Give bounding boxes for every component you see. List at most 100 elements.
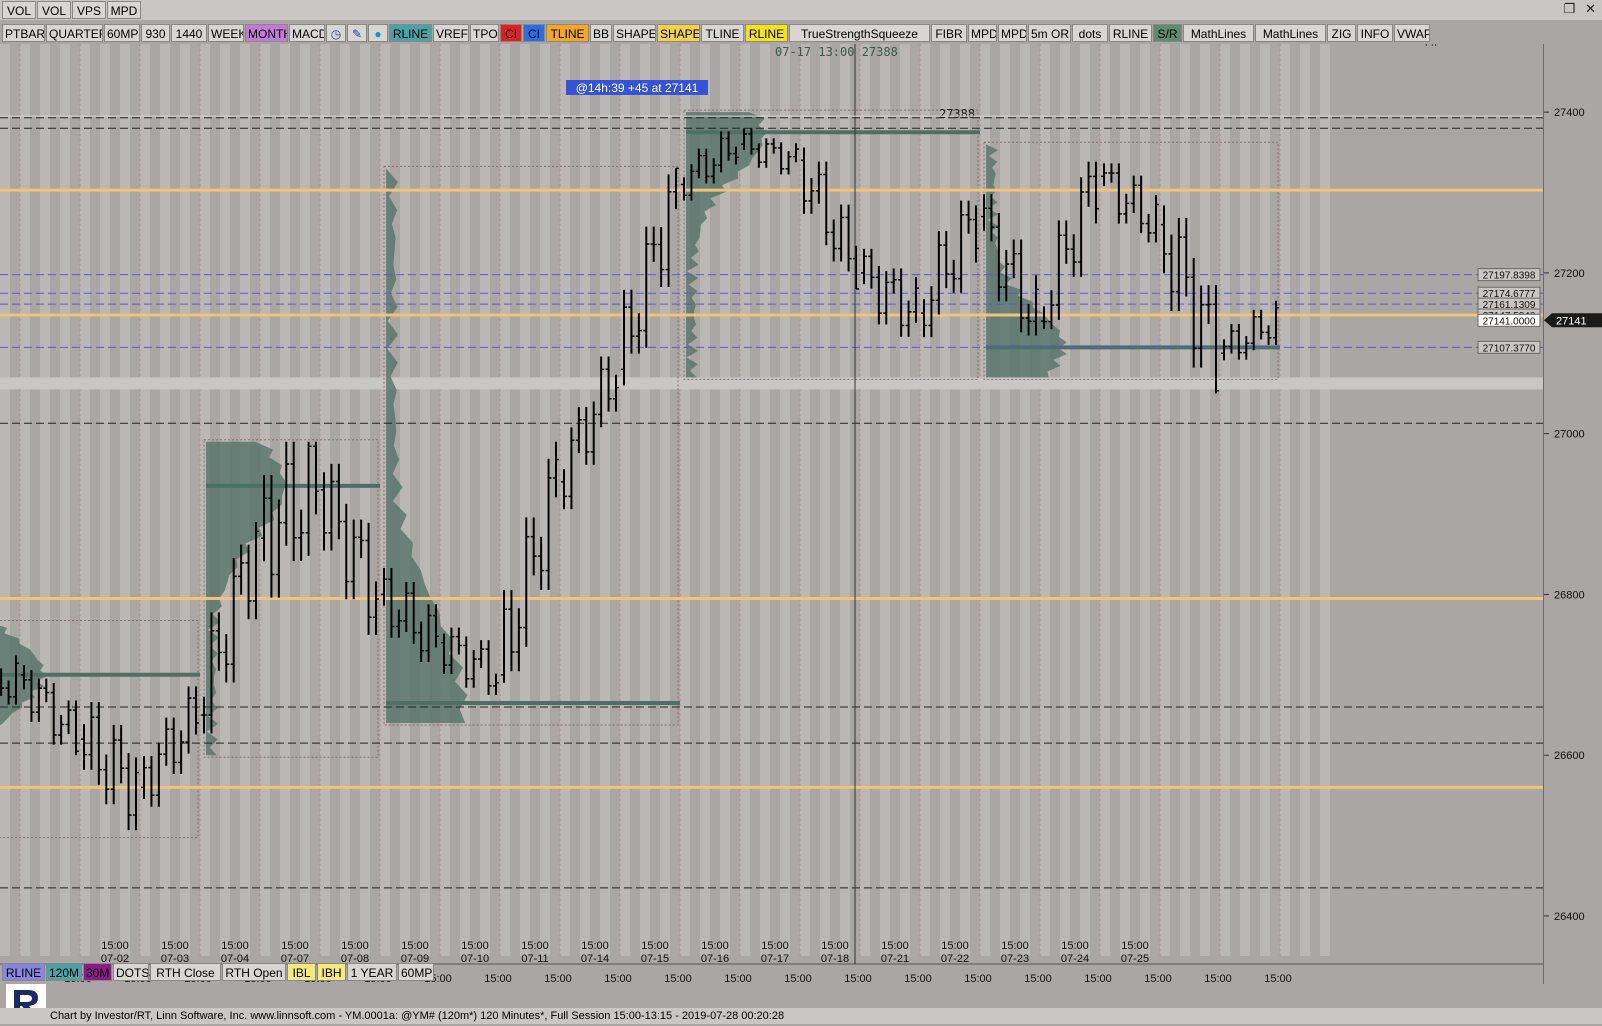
session-column: [60, 44, 70, 956]
session-column: [440, 44, 450, 956]
toolbar-button-27[interactable]: dots: [1072, 24, 1108, 42]
toolbar-button-20[interactable]: TLINE: [701, 24, 744, 42]
toolbar-button-29[interactable]: S/R: [1153, 24, 1182, 42]
toolbar-button-2[interactable]: 60MP: [104, 24, 140, 42]
toolbar-button-10[interactable]: ●: [368, 24, 388, 42]
time-axis-label: 15:00: [784, 973, 812, 984]
bottom-button-0[interactable]: RLINE: [2, 963, 45, 981]
close-icon[interactable]: ✕: [1585, 2, 1596, 17]
toolbar-button-5[interactable]: WEEK: [208, 24, 244, 42]
toolbar-button-34[interactable]: VWAP: [1394, 24, 1430, 42]
toolbar-button-25[interactable]: MPD: [998, 24, 1027, 42]
top-tab-bar: VOL VOL VPS MPD: [0, 0, 1602, 20]
session-time-label: 15:00: [1001, 940, 1029, 952]
session-column: [1320, 44, 1330, 956]
toolbar-button-12[interactable]: VREF: [433, 24, 469, 42]
toolbar-button-32[interactable]: ZIG: [1327, 24, 1356, 42]
session-date-label: 07-16: [701, 953, 729, 965]
session-time-label: 15:00: [881, 940, 909, 952]
toolbar-button-4[interactable]: 1440: [171, 24, 207, 42]
toolbar-button-15[interactable]: CI: [523, 24, 545, 42]
toolbar-button-17[interactable]: BB: [590, 24, 612, 42]
top-tab-2[interactable]: VPS: [72, 1, 106, 19]
session-column: [520, 44, 530, 956]
axis-tick-label: 26600: [1554, 750, 1585, 762]
bottom-button-3[interactable]: DOTS: [113, 963, 149, 981]
top-tab-0[interactable]: VOL: [2, 1, 36, 19]
chart-area[interactable]: 15:0007-0215:0007-0315:0007-0415:0007-07…: [0, 44, 1543, 984]
session-column: [940, 44, 950, 956]
time-axis-label: 15:00: [964, 973, 992, 984]
session-date-label: 07-11: [521, 953, 548, 965]
toolbar-button-26[interactable]: 5m OR: [1028, 24, 1071, 42]
toolbar-button-18[interactable]: SHAPE: [613, 24, 656, 42]
toolbar-button-31[interactable]: MathLines: [1255, 24, 1326, 42]
session-column: [1220, 44, 1230, 956]
toolbar-button-0[interactable]: PTBAR: [2, 24, 45, 42]
session-column: [920, 44, 930, 956]
toolbar-button-13[interactable]: TPO: [470, 24, 499, 42]
session-column: [500, 44, 510, 956]
toolbar-button-9[interactable]: ✎: [347, 24, 367, 42]
bottom-button-9[interactable]: 60MP: [398, 963, 434, 981]
restore-icon[interactable]: ❐: [1563, 2, 1575, 17]
bottom-button-4[interactable]: RTH Close: [150, 963, 221, 981]
session-date-label: 07-21: [881, 953, 909, 965]
toolbar-button-8[interactable]: ◷: [326, 24, 346, 42]
bottom-button-8[interactable]: 1 YEAR: [347, 963, 397, 981]
toolbar-button-28[interactable]: RLINE: [1109, 24, 1152, 42]
session-column: [460, 44, 470, 956]
session-time-label: 15:00: [101, 940, 129, 952]
toolbar-button-3[interactable]: 930: [141, 24, 170, 42]
session-column: [1200, 44, 1210, 956]
session-column: [1000, 44, 1010, 956]
session-column: [0, 44, 10, 956]
time-axis-label: 15:00: [664, 973, 692, 984]
pencil-icon: ✎: [351, 27, 363, 41]
bottom-button-7[interactable]: IBH: [317, 963, 346, 981]
session-column: [1060, 44, 1070, 956]
top-tab-3[interactable]: MPD: [107, 1, 141, 19]
session-time-label: 15:00: [641, 940, 669, 952]
bottom-button-2[interactable]: 30M: [83, 963, 112, 981]
toolbar-button-16[interactable]: TLINE: [546, 24, 589, 42]
session-column: [900, 44, 910, 956]
session-column: [40, 44, 50, 956]
toolbar-button-24[interactable]: MPD: [968, 24, 997, 42]
session-column: [580, 44, 590, 956]
price-label: 27197.8398: [1483, 271, 1536, 282]
toolbar-button-23[interactable]: FIBR: [931, 24, 967, 42]
toolbar-button-14[interactable]: CI: [500, 24, 522, 42]
toolbar-button-22[interactable]: TrueStrengthSqueeze: [789, 24, 930, 42]
session-column: [420, 44, 430, 956]
toolbar-button-21[interactable]: RLINE: [745, 24, 788, 42]
session-date-label: 07-10: [461, 953, 489, 965]
bottom-button-5[interactable]: RTH Open: [222, 963, 286, 981]
toolbar-button-11[interactable]: RLINE: [389, 24, 432, 42]
session-column: [840, 44, 850, 956]
session-column: [880, 44, 890, 956]
session-time-label: 15:00: [221, 940, 249, 952]
axis-tick-label: 26800: [1554, 589, 1585, 601]
bottom-button-1[interactable]: 120M: [46, 963, 82, 981]
toolbar-button-33[interactable]: INFO: [1357, 24, 1393, 42]
session-column: [80, 44, 90, 956]
session-column: [100, 44, 110, 956]
session-date-label: 07-18: [821, 953, 849, 965]
session-column: [1120, 44, 1130, 956]
toolbar-button-1[interactable]: QUARTER: [46, 24, 103, 42]
session-column: [1300, 44, 1310, 956]
toolbar-button-19[interactable]: SHAPE: [657, 24, 700, 42]
top-tab-1[interactable]: VOL: [37, 1, 71, 19]
session-column: [640, 44, 650, 956]
session-time-label: 15:00: [521, 940, 549, 952]
session-time-label: 15:00: [281, 940, 309, 952]
toolbar-button-6[interactable]: MONTH: [245, 24, 288, 42]
bottom-button-6[interactable]: IBL: [287, 963, 316, 981]
session-column: [1240, 44, 1250, 956]
time-axis-label: 15:00: [1144, 973, 1172, 984]
toolbar-button-30[interactable]: MathLines: [1183, 24, 1254, 42]
time-axis-label: 15:00: [844, 973, 872, 984]
toolbar-button-7[interactable]: MACD: [289, 24, 325, 42]
bottom-toolbar: RLINE 120M 30M DOTS RTH Close RTH Open IBL IBH 1…: [0, 961, 434, 983]
